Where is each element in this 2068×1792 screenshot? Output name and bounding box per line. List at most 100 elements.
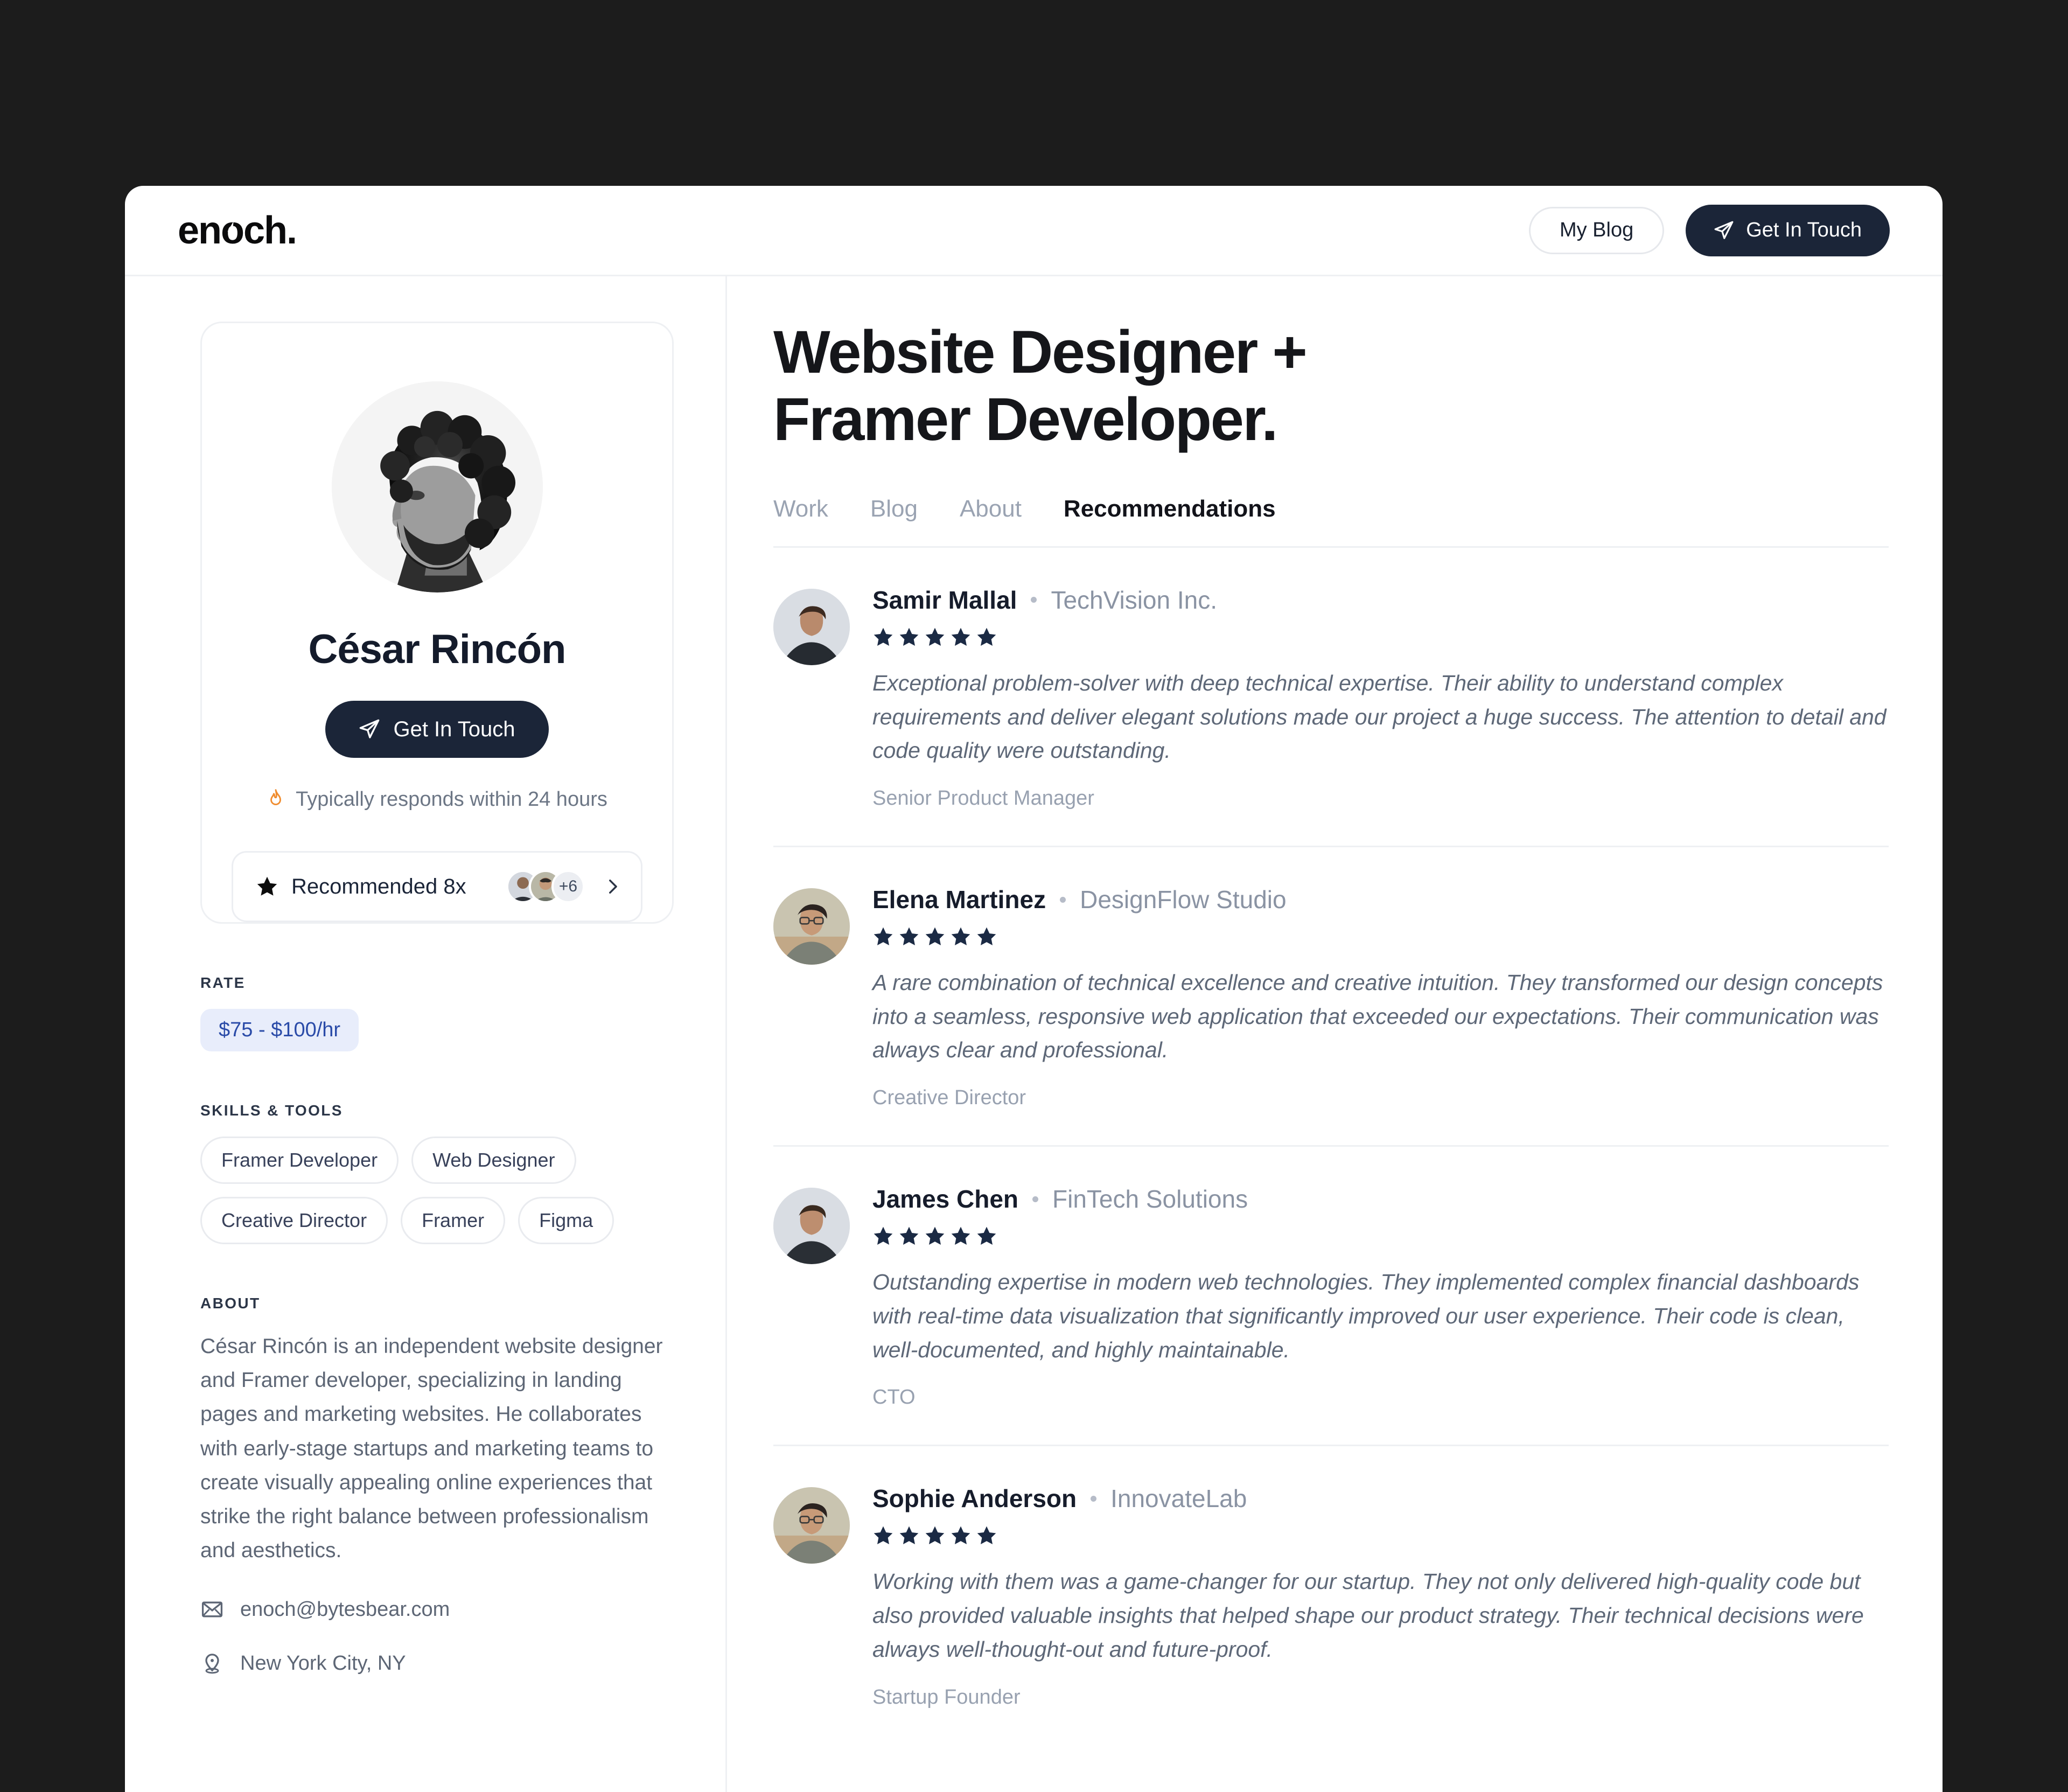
star-icon: [874, 927, 893, 946]
site-card: enoch. My Blog Get In Touch: [125, 186, 1943, 1792]
star-icon: [925, 1526, 945, 1545]
contact-email-value: enoch@bytesbear.com: [240, 1598, 450, 1621]
skill-tag[interactable]: Framer Developer: [200, 1136, 399, 1184]
contact-email-row[interactable]: enoch@bytesbear.com: [200, 1598, 674, 1621]
skill-tag[interactable]: Framer: [401, 1197, 506, 1244]
recommendation-header: Elena Martinez DesignFlow Studio: [872, 885, 1889, 914]
separator-dot: [1031, 597, 1037, 603]
profile-avatar: [331, 381, 543, 592]
skill-tag[interactable]: Creative Director: [200, 1197, 388, 1244]
star-icon: [874, 1526, 893, 1545]
star-rating: [872, 1225, 1889, 1247]
recommender-avatar-image: [773, 1487, 850, 1564]
send-icon: [1714, 221, 1734, 239]
recommendation-header: James Chen FinTech Solutions: [872, 1184, 1889, 1214]
response-time-row: Typically responds within 24 hours: [232, 788, 642, 811]
skill-tag[interactable]: Figma: [518, 1197, 614, 1244]
lightning-bolt-icon: [227, 221, 237, 240]
recommendations-list: Samir Mallal TechVision Inc. Exceptional…: [773, 548, 1889, 1745]
star-icon: [925, 1226, 945, 1245]
star-rating: [872, 1525, 1889, 1546]
star-icon: [874, 627, 893, 646]
star-icon: [951, 627, 970, 646]
star-icon: [899, 1526, 919, 1545]
recommender-avatar-image: [773, 588, 850, 665]
about-paragraph: César Rincón is an independent website d…: [200, 1335, 663, 1563]
recommender-name: Samir Mallal: [872, 585, 1017, 614]
recommended-count-label: Recommended 8x: [291, 874, 466, 898]
star-icon: [925, 627, 945, 646]
profile-get-in-touch-button[interactable]: Get In Touch: [325, 701, 549, 758]
flame-icon: [270, 789, 282, 805]
brand-logo[interactable]: enoch.: [178, 208, 297, 252]
recommendation-body: Sophie Anderson InnovateLab Working with…: [872, 1484, 1889, 1709]
contact-location-value: New York City, NY: [240, 1651, 406, 1675]
star-icon: [874, 1226, 893, 1245]
rate-section-label: RATE: [200, 974, 246, 991]
recommendation-quote: A rare combination of technical excellen…: [872, 970, 1883, 1063]
profile-card: César Rincón Get In Touch Typically resp…: [200, 322, 674, 924]
recommender-role: CTO: [872, 1386, 916, 1409]
header-actions: My Blog Get In Touch: [1528, 204, 1890, 256]
skill-tag[interactable]: Web Designer: [411, 1136, 576, 1184]
recommender-company: InnovateLab: [1110, 1484, 1247, 1513]
chevron-right-icon[interactable]: [603, 877, 621, 896]
about-section-label: ABOUT: [200, 1295, 261, 1312]
header-get-in-touch-label: Get In Touch: [1746, 219, 1862, 241]
recommendation-header: Sophie Anderson InnovateLab: [872, 1484, 1889, 1513]
recommender-extra-count: +6: [551, 870, 585, 903]
envelope-icon: [201, 1601, 223, 1617]
recommended-summary-card[interactable]: Recommended 8x +6: [232, 851, 642, 922]
recommender-name: James Chen: [872, 1185, 1019, 1214]
recommender-avatar: [773, 888, 850, 965]
separator-dot: [1060, 896, 1066, 903]
my-blog-button[interactable]: My Blog: [1528, 206, 1665, 254]
recommender-role: Creative Director: [872, 1086, 1026, 1110]
tab-recommendations[interactable]: Recommendations: [1064, 496, 1276, 522]
recommender-avatar-image: [773, 888, 850, 965]
recommender-avatar-stack: +6: [506, 870, 621, 903]
page-background: enoch. My Blog Get In Touch: [0, 0, 2068, 1792]
site-header: enoch. My Blog Get In Touch: [125, 186, 1943, 276]
profile-portrait-image: [331, 381, 543, 592]
star-rating: [872, 926, 1889, 947]
star-icon: [257, 876, 277, 896]
tab-work[interactable]: Work: [773, 496, 828, 522]
profile-cta-wrap: Get In Touch: [232, 701, 642, 758]
star-icon: [951, 1526, 970, 1545]
page-title-line-2: Framer Developer.: [773, 386, 1278, 454]
content-area: César Rincón Get In Touch Typically resp…: [125, 276, 1943, 1792]
tab-about[interactable]: About: [960, 496, 1022, 522]
location-pin-icon: [205, 1654, 219, 1674]
star-icon: [899, 1226, 919, 1245]
recommendation-body: Elena Martinez DesignFlow Studio A rare …: [872, 885, 1889, 1110]
recommendation-body: James Chen FinTech Solutions Outstanding…: [872, 1184, 1889, 1409]
page-title-line-1: Website Designer +: [773, 318, 1308, 386]
recommender-name: Elena Martinez: [872, 885, 1046, 914]
rate-value-pill: $75 - $100/hr: [200, 1009, 359, 1051]
star-icon: [899, 927, 919, 946]
recommendation-item: Samir Mallal TechVision Inc. Exceptional…: [773, 548, 1889, 848]
header-get-in-touch-button[interactable]: Get In Touch: [1686, 204, 1890, 256]
profile-name: César Rincón: [308, 626, 567, 672]
page-title: Website Designer + Framer Developer.: [773, 318, 1889, 454]
recommender-company: DesignFlow Studio: [1080, 885, 1287, 914]
recommendation-quote: Working with them was a game-changer for…: [872, 1569, 1864, 1662]
star-icon: [899, 627, 919, 646]
contact-location-row: New York City, NY: [200, 1651, 674, 1675]
star-icon: [977, 927, 996, 946]
logo-text-before: en: [178, 208, 222, 252]
star-icon: [977, 627, 996, 646]
tab-blog[interactable]: Blog: [870, 496, 918, 522]
send-icon: [360, 719, 380, 738]
logo-o-letter: o: [221, 211, 244, 250]
recommender-role: Startup Founder: [872, 1685, 1021, 1709]
recommender-company: TechVision Inc.: [1051, 585, 1217, 614]
star-icon: [951, 1226, 970, 1245]
recommendation-item: James Chen FinTech Solutions Outstanding…: [773, 1147, 1889, 1447]
recommender-avatar: [773, 588, 850, 665]
recommender-avatar: [773, 1188, 850, 1265]
separator-dot: [1032, 1196, 1039, 1202]
star-icon: [977, 1226, 996, 1245]
main-content: Website Designer + Framer Developer. Wor…: [727, 276, 1943, 1792]
